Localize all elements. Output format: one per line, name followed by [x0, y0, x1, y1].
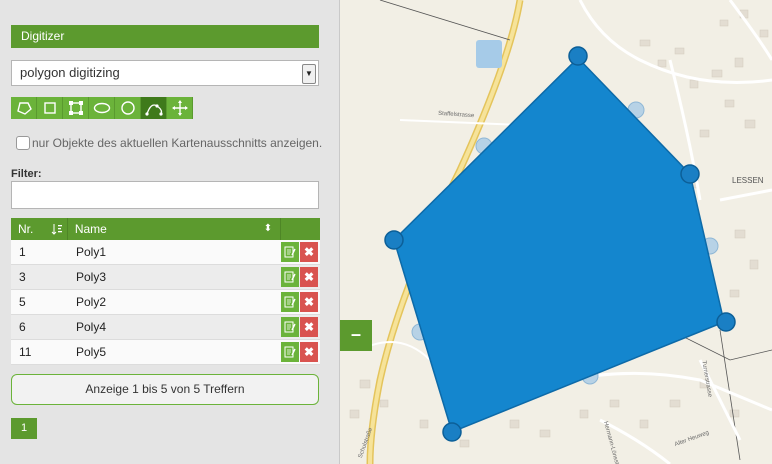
move-tool-button[interactable]	[167, 97, 193, 119]
delete-button[interactable]: ✖	[300, 342, 318, 362]
results-summary: Anzeige 1 bis 5 von 5 Treffern	[11, 374, 319, 405]
delete-button[interactable]: ✖	[300, 317, 318, 337]
vertex-handle[interactable]	[716, 312, 736, 332]
edit-button[interactable]	[281, 267, 299, 287]
boundary-line	[379, 0, 511, 41]
row-name: Poly4	[76, 320, 107, 334]
row-name: Poly1	[76, 245, 107, 259]
table-row[interactable]: 11 Poly5 ✖	[11, 340, 320, 365]
rectangle-tool-button[interactable]	[37, 97, 63, 119]
mode-select[interactable]: polygon digitizing ▼	[11, 60, 319, 86]
close-icon: ✖	[303, 344, 315, 359]
edit-icon	[284, 296, 296, 308]
digitizer-panel: Digitizer polygon digitizing ▼ nur Objek…	[0, 0, 340, 464]
table-row[interactable]: 1 Poly1 ✖	[11, 240, 320, 265]
sort-icon: ⬍	[263, 223, 273, 234]
collapse-panel-button[interactable]: –	[340, 320, 372, 351]
edit-vertices-icon	[144, 104, 163, 116]
ellipse-tool-button[interactable]	[89, 97, 115, 119]
edit-button[interactable]	[281, 317, 299, 337]
sort-numeric-icon	[51, 224, 62, 235]
column-header-name-label: Name	[74, 222, 107, 236]
box-select-icon	[68, 101, 83, 115]
column-header-actions	[280, 218, 320, 240]
row-name: Poly3	[76, 270, 107, 284]
ellipse-icon	[93, 102, 110, 114]
panel-title: Digitizer	[11, 25, 319, 48]
row-nr: 11	[19, 345, 32, 359]
move-icon	[171, 100, 188, 116]
edit-vertices-tool-button[interactable]	[141, 97, 167, 119]
vertex-handle[interactable]	[568, 46, 588, 66]
close-icon: ✖	[303, 269, 315, 284]
edit-button[interactable]	[281, 242, 299, 262]
row-nr: 3	[19, 270, 26, 284]
edit-icon	[284, 271, 296, 283]
close-icon: ✖	[303, 244, 315, 259]
row-name: Poly5	[76, 345, 107, 359]
row-nr: 6	[19, 320, 26, 334]
mode-select-value: polygon digitizing	[20, 65, 120, 80]
rectangle-icon	[43, 102, 56, 114]
column-header-nr-label: Nr.	[18, 222, 34, 236]
street	[399, 119, 521, 126]
row-actions: ✖	[281, 315, 320, 339]
filter-label: Filter:	[11, 168, 42, 180]
vertex-handle[interactable]	[442, 422, 462, 442]
circle-icon	[120, 101, 135, 115]
vertex-handle[interactable]	[680, 164, 700, 184]
circle-tool-button[interactable]	[115, 97, 141, 119]
polygon-icon	[16, 102, 32, 115]
column-header-nr[interactable]: Nr.	[11, 218, 67, 240]
page-1-button[interactable]: 1	[11, 418, 37, 439]
row-nr: 1	[19, 245, 26, 259]
row-actions: ✖	[281, 265, 320, 289]
delete-button[interactable]: ✖	[300, 267, 318, 287]
column-header-name[interactable]: Name ⬍	[66, 218, 280, 240]
filter-input[interactable]	[11, 181, 319, 209]
edit-icon	[284, 246, 296, 258]
box-select-tool-button[interactable]	[63, 97, 89, 119]
edit-button[interactable]	[281, 292, 299, 312]
chevron-down-icon[interactable]: ▼	[302, 64, 316, 84]
edit-icon	[284, 321, 296, 333]
edit-icon	[284, 346, 296, 358]
drawing-toolbar	[11, 97, 193, 119]
delete-button[interactable]: ✖	[300, 292, 318, 312]
row-actions: ✖	[281, 290, 320, 314]
row-nr: 5	[19, 295, 26, 309]
row-actions: ✖	[281, 240, 320, 264]
street	[719, 188, 772, 202]
close-icon: ✖	[303, 319, 315, 334]
features-table: Nr. Name ⬍ 1 Poly1 ✖ 3 Poly3 ✖ 5 Poly2 ✖…	[11, 218, 320, 365]
visible-only-option[interactable]: nur Objekte des aktuellen Kartenausschni…	[16, 136, 322, 150]
row-name: Poly2	[76, 295, 107, 309]
map-label: LESSEN	[732, 176, 764, 185]
row-actions: ✖	[281, 340, 320, 364]
polygon-tool-button[interactable]	[11, 97, 37, 119]
table-header: Nr. Name ⬍	[11, 218, 320, 240]
delete-button[interactable]: ✖	[300, 242, 318, 262]
table-row[interactable]: 3 Poly3 ✖	[11, 265, 320, 290]
map-view[interactable]: Staffelstrasse LESSEN Turnerstrasse Herm…	[340, 0, 772, 464]
close-icon: ✖	[303, 294, 315, 309]
visible-only-label: nur Objekte des aktuellen Kartenausschni…	[32, 136, 323, 150]
visible-only-checkbox[interactable]	[16, 136, 30, 150]
vertex-handle[interactable]	[384, 230, 404, 250]
pond	[476, 40, 502, 68]
edit-button[interactable]	[281, 342, 299, 362]
table-row[interactable]: 5 Poly2 ✖	[11, 290, 320, 315]
table-row[interactable]: 6 Poly4 ✖	[11, 315, 320, 340]
